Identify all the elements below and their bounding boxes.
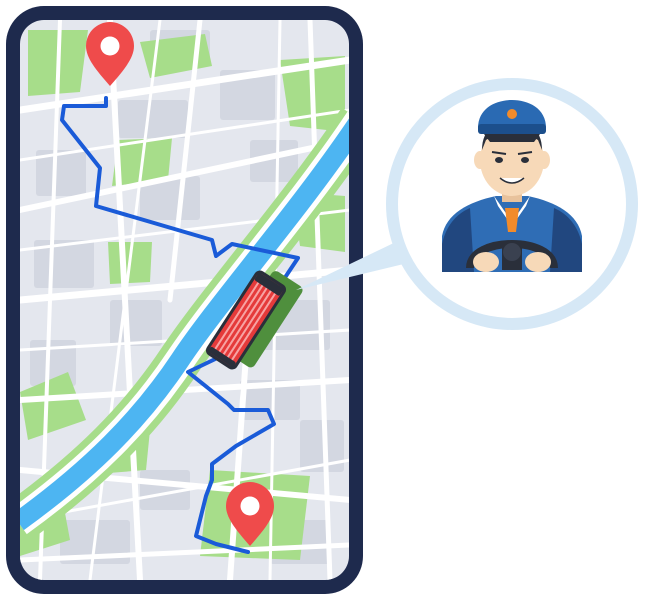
map-screen [20,20,349,580]
ride-tracking-scene [0,0,646,596]
driver-bubble [386,78,638,330]
illustration-canvas [6,6,638,594]
